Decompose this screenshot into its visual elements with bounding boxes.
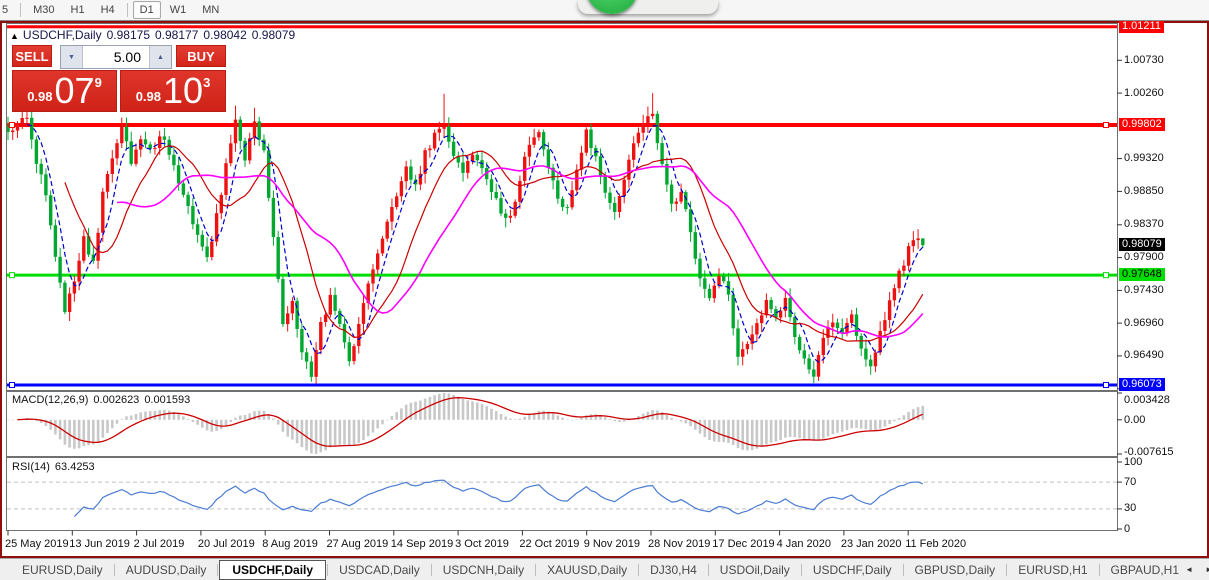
close-value: 0.98079 <box>252 28 295 42</box>
sell-price-prefix: 0.98 <box>27 89 52 104</box>
buy-price-pip: 3 <box>203 75 210 90</box>
tab-separator <box>1006 564 1007 576</box>
macd-label: MACD(12,26,9)0.0026230.001593 <box>12 394 195 406</box>
volume-stepper: ▼ ▲ <box>60 45 172 69</box>
symbol-tab-eurusd-h1[interactable]: EURUSD,H1 <box>1008 560 1097 580</box>
symbol-tab-usdchf-daily[interactable]: USDCHF,Daily <box>219 560 326 580</box>
tab-separator <box>1099 564 1100 576</box>
toolbar-separator <box>127 3 128 17</box>
volume-input[interactable] <box>83 46 149 68</box>
green-status-button[interactable] <box>586 0 638 14</box>
trading-platform: 5M30H1H4D1W1MN 1.007301.002600.993200.98… <box>0 0 1209 580</box>
sell-button[interactable]: SELL <box>12 45 52 67</box>
sell-price-button[interactable]: 0.98 07 9 <box>12 70 117 112</box>
tab-scroll-right-button[interactable]: ► <box>1199 562 1209 577</box>
floating-overlay-pill <box>578 0 718 14</box>
symbol-tab-gbpusd-daily[interactable]: GBPUSD,Daily <box>905 560 1006 580</box>
symbol-tab-dj30-h4[interactable]: DJ30,H4 <box>640 560 707 580</box>
timeframe-m30[interactable]: M30 <box>26 1 61 19</box>
symbol-tab-eurusd-daily[interactable]: EURUSD,Daily <box>12 560 113 580</box>
high-value: 0.98177 <box>155 28 198 42</box>
tab-scroll-left-button[interactable]: ◄ <box>1179 562 1199 577</box>
symbol-tab-usdcad-daily[interactable]: USDCAD,Daily <box>329 560 430 580</box>
chart-title: ▲ USDCHF,Daily 0.98175 0.98177 0.98042 0.9807… <box>10 28 300 42</box>
collapse-arrow-icon[interactable]: ▲ <box>10 31 19 41</box>
tab-separator <box>535 564 536 576</box>
tab-separator <box>217 564 218 576</box>
open-value: 0.98175 <box>107 28 150 42</box>
symbol-tab-xauusd-daily[interactable]: XAUUSD,Daily <box>537 560 637 580</box>
symbol-tab-usdcnh-daily[interactable]: USDCNH,Daily <box>433 560 534 580</box>
symbol-tab-usdchf-daily[interactable]: USDCHF,Daily <box>803 560 902 580</box>
timeframe-w1[interactable]: W1 <box>163 1 194 19</box>
toolbar-separator <box>20 3 21 17</box>
symbol-tab-usdoil-daily[interactable]: USDOil,Daily <box>710 560 800 580</box>
tab-separator <box>903 564 904 576</box>
volume-increase-button[interactable]: ▲ <box>149 46 171 68</box>
tab-separator <box>431 564 432 576</box>
triangle-down-icon: ▼ <box>68 54 75 61</box>
rsi-panel <box>7 458 1118 531</box>
rsi-label: RSI(14)63.4253 <box>12 461 100 473</box>
buy-price-button[interactable]: 0.98 10 3 <box>120 70 226 112</box>
symbol-tab-audusd-daily[interactable]: AUDUSD,Daily <box>116 560 217 580</box>
timeframe-5[interactable]: 5 <box>0 1 15 19</box>
symbol-tab-gbpaud-h1[interactable]: GBPAUD,H1 <box>1101 560 1189 580</box>
timeframe-h1[interactable]: H1 <box>64 1 92 19</box>
timeframe-mn[interactable]: MN <box>195 1 226 19</box>
tab-separator <box>708 564 709 576</box>
triangle-up-icon: ▲ <box>157 54 164 61</box>
timeframe-h4[interactable]: H4 <box>94 1 122 19</box>
volume-decrease-button[interactable]: ▼ <box>61 46 83 68</box>
one-click-trading-panel: SELL ▼ ▲ BUY 0.98 07 9 0.98 10 3 <box>12 45 226 112</box>
low-value: 0.98042 <box>203 28 246 42</box>
tab-separator <box>114 564 115 576</box>
buy-button[interactable]: BUY <box>176 45 226 67</box>
tab-separator <box>327 564 328 576</box>
symbol-period-label: USDCHF,Daily <box>23 28 102 42</box>
tab-separator <box>638 564 639 576</box>
timeframe-d1[interactable]: D1 <box>133 1 161 19</box>
tab-separator <box>801 564 802 576</box>
symbol-tab-bar: EURUSD,DailyAUDUSD,DailyUSDCHF,DailyUSDC… <box>0 558 1209 580</box>
sell-price-big: 07 <box>55 72 95 110</box>
sell-price-pip: 9 <box>95 75 102 90</box>
buy-price-prefix: 0.98 <box>136 89 161 104</box>
buy-price-big: 10 <box>163 72 203 110</box>
